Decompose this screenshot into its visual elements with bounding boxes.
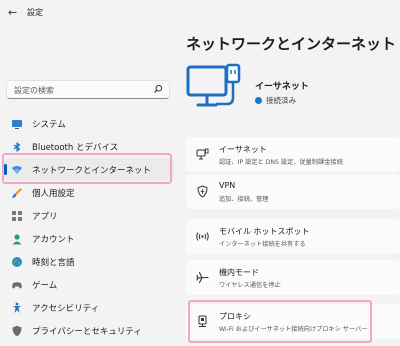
card-ethernet[interactable]: イーサネット 認証、IP 設定と DNS 設定、従量制課金接続 — [186, 137, 400, 172]
search-placeholder: 設定の検索 — [14, 86, 54, 95]
vpn-shield-icon — [197, 185, 208, 198]
sidebar-item-privacy[interactable]: プライバシーとセキュリティ — [4, 319, 174, 342]
shield-icon — [11, 325, 23, 337]
sidebar-item-time-language[interactable]: 時刻と言語 — [4, 250, 174, 273]
card-vpn[interactable]: VPN 追加、接続、管理 — [186, 174, 400, 209]
airplane-icon — [196, 271, 209, 284]
connection-name: イーサネット — [255, 82, 309, 92]
card-mobile-hotspot[interactable]: モバイル ホットスポット インターネット接続を共有する — [186, 219, 400, 254]
highlight-frame-nav — [2, 153, 172, 184]
back-button[interactable]: ← — [8, 6, 17, 19]
account-icon — [11, 233, 23, 245]
sidebar-item-personalization[interactable]: 個人用設定 — [4, 181, 174, 204]
card-title: VPN — [219, 181, 236, 190]
sidebar-item-label: Bluetooth とデバイス — [32, 142, 119, 153]
monitor-icon — [11, 118, 23, 130]
sidebar-item-label: システム — [32, 119, 66, 130]
sidebar-item-label: アプリ — [32, 211, 58, 222]
title-bar: ← 設定 — [0, 0, 400, 26]
sidebar-item-label: アカウント — [32, 234, 75, 245]
sidebar-item-accounts[interactable]: アカウント — [4, 227, 174, 250]
search-icon — [154, 84, 163, 93]
card-title: モバイル ホットスポット — [219, 227, 310, 236]
card-subtitle: 認証、IP 設定と DNS 設定、従量制課金接続 — [219, 159, 343, 166]
card-title: イーサネット — [219, 145, 267, 154]
apps-icon — [11, 210, 23, 222]
bluetooth-icon — [11, 141, 23, 153]
connection-status-text: 接続済み — [266, 96, 296, 105]
highlight-frame-proxy — [188, 300, 372, 343]
search-input[interactable]: 設定の検索 — [6, 80, 170, 99]
card-subtitle: ワイヤレス通信を停止 — [219, 282, 281, 289]
card-subtitle: インターネット接続を共有する — [219, 241, 306, 248]
sidebar-item-label: 時刻と言語 — [32, 257, 75, 268]
accessibility-icon — [11, 302, 23, 314]
sidebar-item-label: 個人用設定 — [32, 188, 75, 199]
hotspot-icon — [196, 232, 209, 241]
sidebar-item-system[interactable]: システム — [4, 112, 174, 135]
ethernet-pc-icon — [186, 63, 241, 107]
card-subtitle: 追加、接続、管理 — [219, 196, 269, 203]
sidebar-item-apps[interactable]: アプリ — [4, 204, 174, 227]
brush-icon — [11, 187, 23, 199]
card-airplane-mode[interactable]: 機内モード ワイヤレス通信を停止 — [186, 260, 400, 295]
gamepad-icon — [11, 279, 23, 291]
connected-status-icon — [255, 97, 262, 104]
app-title: 設定 — [27, 8, 43, 17]
ethernet-icon — [196, 148, 209, 160]
card-title: 機内モード — [219, 268, 259, 277]
sidebar-item-gaming[interactable]: ゲーム — [4, 273, 174, 296]
globe-icon — [11, 256, 23, 268]
sidebar-item-label: アクセシビリティ — [32, 303, 100, 314]
sidebar-item-label: ゲーム — [32, 280, 58, 291]
connection-status: 接続済み — [255, 95, 296, 106]
sidebar-nav: システム Bluetooth とデバイス ネットワークとインターネット 個人用設… — [0, 112, 180, 342]
sidebar-item-label: プライバシーとセキュリティ — [32, 326, 142, 337]
sidebar-item-accessibility[interactable]: アクセシビリティ — [4, 296, 174, 319]
page-title: ネットワークとインターネット — [186, 35, 397, 53]
